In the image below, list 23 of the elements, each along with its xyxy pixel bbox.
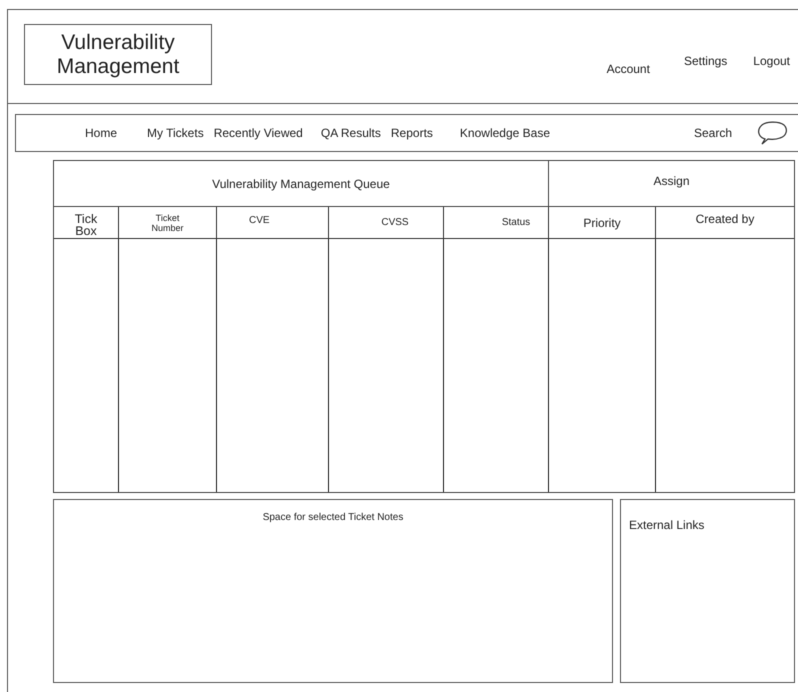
column-header: Created by — [656, 207, 794, 239]
chat-icon[interactable] — [756, 120, 788, 146]
table-title: Assign — [549, 161, 794, 207]
header-link[interactable]: Settings — [684, 54, 728, 70]
column-header: Tick Box — [54, 207, 119, 239]
nav-link[interactable]: Reports — [390, 126, 433, 140]
header-link[interactable]: Logout — [753, 54, 790, 70]
column-header: CVE — [217, 207, 329, 239]
column-header: Priority — [549, 207, 656, 239]
nav-link[interactable]: Recently Viewed — [214, 126, 303, 140]
panel-title: External Links — [629, 518, 704, 532]
header-link[interactable]: Account — [606, 62, 650, 78]
column-header: Status — [444, 207, 549, 239]
nav-link[interactable]: Knowledge Base — [460, 126, 550, 140]
app-logo: Vulnerability Management — [24, 24, 212, 85]
search-link[interactable]: Search — [694, 126, 732, 140]
nav-link[interactable]: My Tickets — [147, 126, 204, 140]
nav-link[interactable]: Home — [85, 126, 118, 140]
column-header: CVSS — [329, 207, 444, 239]
table-title: Vulnerability Management Queue — [54, 161, 549, 207]
nav-link[interactable]: QA Results — [320, 126, 381, 140]
panel-title: Space for selected Ticket Notes — [262, 512, 404, 525]
column-header: Ticket Number — [119, 207, 217, 239]
